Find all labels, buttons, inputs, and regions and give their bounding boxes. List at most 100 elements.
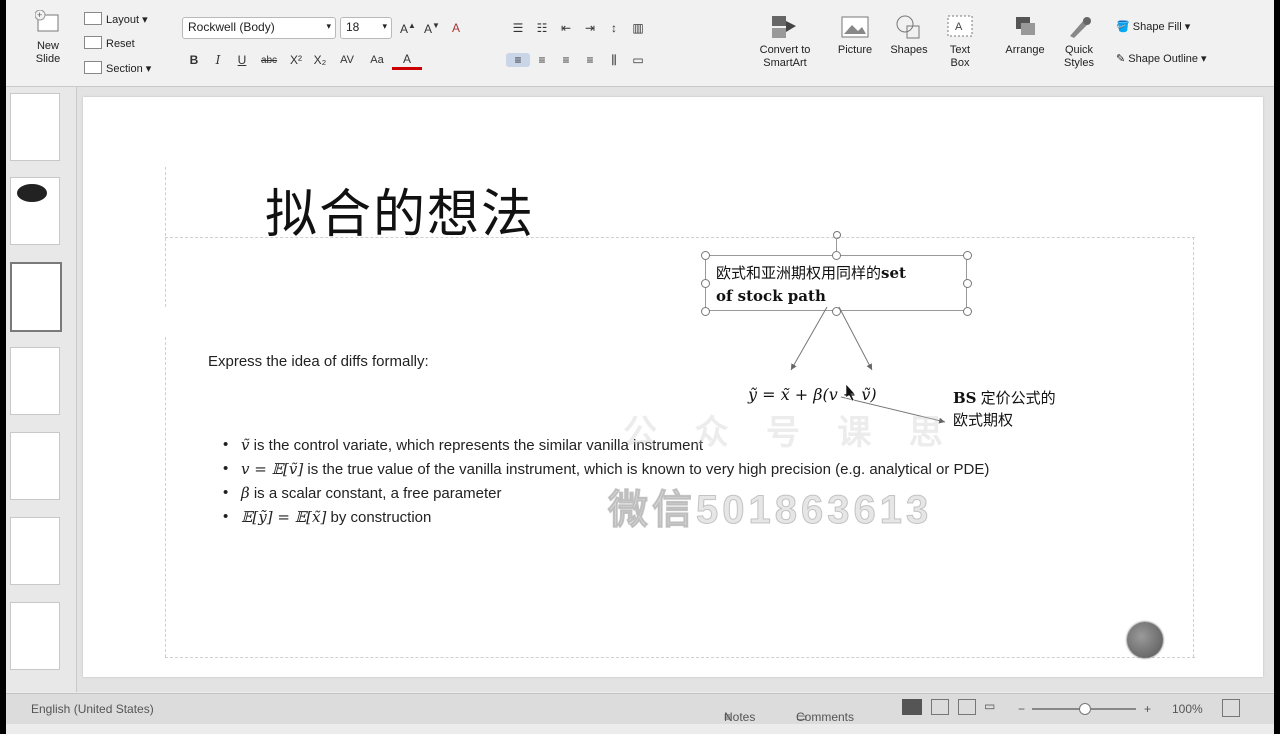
notes-label: Notes — [724, 710, 756, 724]
shape-outline-button[interactable]: ✎ Shape Outline ▾ — [1116, 52, 1207, 65]
layout-button[interactable]: Layout ▾ — [84, 12, 148, 26]
comments-label: Comments — [796, 710, 855, 724]
section-button[interactable]: Section ▾ — [84, 61, 151, 75]
slide-thumbnails-panel — [6, 87, 77, 692]
slide-thumbnail[interactable] — [10, 517, 60, 585]
shape-fill-button[interactable]: 🪣 Shape Fill ▾ — [1116, 20, 1190, 33]
align-center-icon[interactable]: ≡ — [530, 53, 554, 67]
new-slide-label: New Slide — [35, 40, 61, 65]
fit-to-window-icon[interactable] — [1222, 699, 1240, 717]
watermark-top: 公 众 号 课 思 — [623, 414, 957, 452]
shape-outline-label: Shape Outline — [1128, 53, 1198, 65]
slide-sorter-icon[interactable] — [931, 699, 949, 715]
line-spacing-icon[interactable]: ↕ — [602, 21, 626, 35]
text-box-label: Text Box — [949, 44, 971, 69]
powerpoint-window: + New Slide Layout ▾ Reset Section ▾ Roc… — [6, 0, 1274, 734]
numbering-icon[interactable]: ☷ — [530, 21, 554, 35]
slideshow-icon[interactable]: ▭ — [984, 699, 995, 713]
control-variate-formula[interactable]: ỹ = x̃ + β(v − ṽ) — [748, 385, 877, 404]
reset-label: Reset — [106, 38, 135, 50]
text-box-button[interactable]: A Text Box — [940, 14, 980, 70]
slide-thumbnail[interactable] — [10, 432, 60, 500]
smartart-icon — [772, 16, 796, 38]
justify-icon[interactable]: ≡ — [578, 53, 602, 67]
font-size-select[interactable]: 18 ▾ — [340, 17, 392, 39]
bold-button[interactable]: B — [182, 53, 206, 67]
quick-styles-label: Quick Styles — [1064, 44, 1094, 69]
grow-font-icon[interactable]: A▲ — [396, 21, 420, 36]
new-slide-button[interactable]: + New Slide — [28, 9, 68, 66]
bs-note-text[interactable]: BS 定价公式的 欧式期权 — [953, 387, 1056, 432]
slide-thumbnail[interactable] — [10, 347, 60, 415]
align-left-icon[interactable]: ≡ — [506, 53, 530, 67]
decrease-indent-icon[interactable]: ⇤ — [554, 21, 578, 35]
align-text-icon[interactable]: ▭ — [626, 53, 650, 67]
superscript-button[interactable]: X² — [284, 53, 308, 67]
svg-text:+: + — [37, 10, 42, 20]
strikethrough-button[interactable]: abc — [254, 55, 284, 66]
bs-line1: 定价公式的 — [976, 390, 1056, 407]
convert-smartart-button[interactable]: Convert to SmartArt — [750, 14, 820, 70]
normal-view-icon[interactable] — [902, 699, 922, 715]
ribbon-toolbar: + New Slide Layout ▾ Reset Section ▾ Roc… — [6, 0, 1274, 87]
status-bar: English (United States) ≡ Notes ▭ Commen… — [6, 693, 1274, 724]
zoom-level[interactable]: 100% — [1172, 702, 1203, 716]
shapes-icon — [896, 15, 920, 39]
align-right-icon[interactable]: ≡ — [554, 53, 578, 67]
arrange-label: Arrange — [1005, 44, 1045, 56]
slide-thumbnail[interactable] — [10, 177, 60, 245]
paragraph-row-2: ≡ ≡ ≡ ≡ ⫼ ▭ — [506, 50, 650, 70]
change-case-icon[interactable]: Aa — [362, 54, 392, 66]
chevron-down-icon: ▾ — [326, 21, 331, 31]
clear-format-icon[interactable]: A — [444, 21, 468, 35]
text-direction-icon[interactable]: ⫼ — [602, 53, 626, 68]
arrange-button[interactable]: Arrange — [1000, 14, 1050, 57]
slide-editor-canvas: 拟合的想法 Express the idea of diffs formally… — [77, 87, 1274, 692]
subscript-button[interactable]: X₂ — [308, 53, 332, 67]
reading-view-icon[interactable] — [958, 699, 976, 715]
zoom-in-icon[interactable]: + — [1144, 702, 1151, 716]
picture-label: Picture — [837, 44, 873, 56]
font-name-value: Rockwell (Body) — [188, 20, 275, 34]
layout-label: Layout — [106, 14, 140, 26]
quick-styles-button[interactable]: Quick Styles — [1056, 14, 1102, 70]
zoom-out-icon[interactable]: − — [1018, 702, 1025, 716]
columns-icon[interactable]: ▥ — [626, 21, 650, 35]
section-label: Section — [106, 63, 143, 75]
shapes-button[interactable]: Shapes — [886, 14, 932, 57]
picture-button[interactable]: Picture — [832, 14, 878, 57]
font-format-row: B I U abc X² X₂ AV Aa A — [182, 50, 422, 70]
picture-icon — [841, 16, 869, 38]
reset-icon — [84, 36, 102, 49]
zoom-slider-thumb[interactable] — [1079, 703, 1091, 715]
shape-fill-label: Shape Fill — [1132, 21, 1182, 33]
shrink-font-icon[interactable]: A▼ — [420, 21, 444, 36]
slide-thumbnail[interactable] — [10, 602, 60, 670]
arrow-right[interactable] — [838, 306, 873, 371]
quick-styles-icon — [1070, 17, 1091, 38]
slide-thumbnail-selected[interactable] — [10, 262, 62, 332]
language-status[interactable]: English (United States) — [31, 702, 154, 716]
watermark: 微信501863613 — [607, 488, 933, 533]
paragraph-row-1: ☰ ☷ ⇤ ⇥ ↕ ▥ — [506, 18, 650, 38]
font-color-icon[interactable]: A — [392, 51, 422, 70]
underline-button[interactable]: U — [230, 53, 254, 67]
arrow-left[interactable] — [790, 306, 828, 371]
bullets-icon[interactable]: ☰ — [506, 21, 530, 35]
section-icon — [84, 61, 102, 74]
thumbnail-graphic — [17, 184, 47, 202]
bs-line2: 欧式期权 — [953, 412, 1014, 429]
camera-overlay-icon[interactable] — [1127, 622, 1163, 658]
font-name-select[interactable]: Rockwell (Body) ▾ — [182, 17, 336, 39]
chevron-down-icon: ▾ — [382, 21, 387, 31]
italic-button[interactable]: I — [206, 53, 230, 67]
slide-thumbnail[interactable] — [10, 93, 60, 161]
text-box-icon: A — [947, 15, 973, 37]
shapes-label: Shapes — [890, 44, 928, 56]
convert-smartart-label: Convert to SmartArt — [759, 44, 811, 69]
reset-button[interactable]: Reset — [84, 36, 135, 50]
increase-indent-icon[interactable]: ⇥ — [578, 21, 602, 35]
layout-icon — [84, 12, 102, 25]
character-spacing-button[interactable]: AV — [332, 54, 362, 66]
slide[interactable]: 拟合的想法 Express the idea of diffs formally… — [83, 97, 1263, 677]
